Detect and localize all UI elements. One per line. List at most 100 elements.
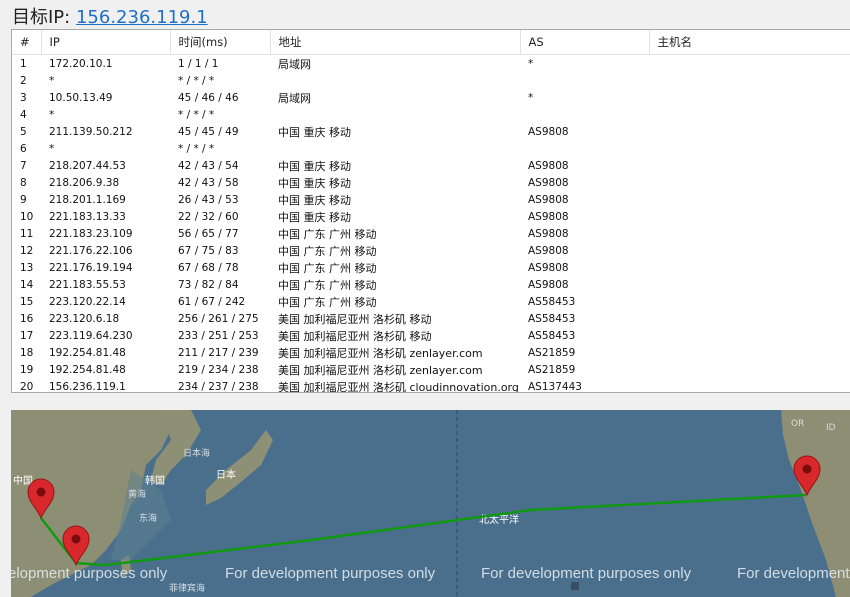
cell-address: [270, 140, 520, 157]
cell-hostname: [649, 344, 850, 361]
cell-time: 45 / 45 / 49: [178, 125, 239, 138]
cell-as: AS58453: [528, 295, 576, 308]
table-row[interactable]: 19 192.254.81.48 219 / 234 / 238 美国 加利福尼亚州 …: [12, 361, 850, 378]
cell-as: AS58453: [528, 329, 576, 342]
table-row[interactable]: 18 192.254.81.48 211 / 217 / 239 美国 加利福尼亚州 …: [12, 344, 850, 361]
cell-hop: 12: [20, 244, 34, 257]
cell-as: AS9808: [528, 193, 569, 206]
table-row[interactable]: 16 223.120.6.18 256 / 261 / 275 美国 加利福尼亚州 洛…: [12, 310, 850, 327]
route-map[interactable]: 中国 韩国 日本 日本海 黄海 东海 菲律宾海 北太平洋 OR ID elopm…: [11, 410, 850, 597]
cell-hop: 20: [20, 380, 34, 393]
table-header-row: # IP 时间(ms) 地址 AS 主机名: [12, 30, 850, 55]
column-header-hostname[interactable]: 主机名: [649, 30, 850, 55]
cell-hostname: [649, 208, 850, 225]
table-row[interactable]: 17 223.119.64.230 233 / 251 / 253 美国 加利福尼亚州…: [12, 327, 850, 344]
cell-hostname: [649, 72, 850, 89]
cell-hostname: [649, 89, 850, 106]
cell-as: AS9808: [528, 210, 569, 223]
cell-hop: 19: [20, 363, 34, 376]
cell-as: AS9808: [528, 125, 569, 138]
cell-as: AS58453: [528, 312, 576, 325]
column-header-address[interactable]: 地址: [270, 30, 521, 55]
table-row[interactable]: 12 221.176.22.106 67 / 75 / 83 中国 广东 广州 移动 A…: [12, 242, 850, 259]
cell-hop: 4: [20, 108, 27, 121]
cell-hop: 2: [20, 74, 27, 87]
cell-time: 42 / 43 / 54: [178, 159, 239, 172]
cell-as: AS9808: [528, 261, 569, 274]
cell-hostname: [649, 293, 850, 310]
cell-hop: 11: [20, 227, 34, 240]
cell-address: 中国 广东 广州 移动: [278, 244, 377, 258]
target-ip-label: 目标IP:: [12, 7, 71, 28]
table-row[interactable]: 2 * * / * / *: [12, 72, 850, 89]
map-label-philippine-sea: 菲律宾海: [169, 582, 205, 594]
cell-time: 67 / 75 / 83: [178, 244, 239, 257]
cell-time: 56 / 65 / 77: [178, 227, 239, 240]
cell-ip: *: [49, 142, 55, 155]
cell-as: [520, 106, 649, 123]
cell-ip: 221.176.22.106: [49, 244, 133, 257]
cell-ip: 156.236.119.1: [49, 380, 126, 393]
cell-address: 中国 广东 广州 移动: [278, 261, 377, 275]
cell-address: 美国 加利福尼亚州 洛杉矶 zenlayer.com: [278, 346, 483, 360]
map-canvas: 中国 韩国 日本 日本海 黄海 东海 菲律宾海 北太平洋 OR ID elopm…: [11, 410, 850, 597]
table-row[interactable]: 13 221.176.19.194 67 / 68 / 78 中国 广东 广州 移动 A…: [12, 259, 850, 276]
cell-hop: 14: [20, 278, 34, 291]
table-row[interactable]: 10 221.183.13.33 22 / 32 / 60 中国 重庆 移动 AS980…: [12, 208, 850, 225]
table-row[interactable]: 20 156.236.119.1 234 / 237 / 238 美国 加利福尼亚州 …: [12, 378, 850, 393]
table-row[interactable]: 1 172.20.10.1 1 / 1 / 1 局域网 *: [12, 55, 850, 73]
table-row[interactable]: 6 * * / * / *: [12, 140, 850, 157]
cell-ip: 223.120.22.14: [49, 295, 126, 308]
table-row[interactable]: 14 221.183.55.53 73 / 82 / 84 中国 广东 广州 移动 AS…: [12, 276, 850, 293]
table-row[interactable]: 3 10.50.13.49 45 / 46 / 46 局域网 *: [12, 89, 850, 106]
column-header-time[interactable]: 时间(ms): [170, 30, 271, 55]
cell-time: 67 / 68 / 78: [178, 261, 239, 274]
table-row[interactable]: 15 223.120.22.14 61 / 67 / 242 中国 广东 广州 移动 A…: [12, 293, 850, 310]
column-header-hop[interactable]: #: [12, 30, 42, 55]
cell-hop: 17: [20, 329, 34, 342]
cell-time: 61 / 67 / 242: [178, 295, 246, 308]
map-label-yellow-sea: 黄海: [128, 488, 146, 500]
cell-time: 233 / 251 / 253: [178, 329, 259, 342]
cell-ip: 192.254.81.48: [49, 363, 126, 376]
table-row[interactable]: 8 218.206.9.38 42 / 43 / 58 中国 重庆 移动 AS9808: [12, 174, 850, 191]
cell-hostname: [649, 327, 850, 344]
column-header-ip[interactable]: IP: [41, 30, 171, 55]
cell-address: 中国 广东 广州 移动: [278, 227, 377, 241]
cell-hop: 13: [20, 261, 34, 274]
cell-ip: 221.183.55.53: [49, 278, 126, 291]
cell-as: AS9808: [528, 278, 569, 291]
cell-as: *: [528, 91, 534, 104]
cell-hostname: [649, 361, 850, 378]
cell-address: 中国 重庆 移动: [278, 159, 351, 173]
cell-time: 73 / 82 / 84: [178, 278, 239, 291]
cell-time: 256 / 261 / 275: [178, 312, 259, 325]
cell-as: AS9808: [528, 159, 569, 172]
cell-hop: 3: [20, 91, 27, 104]
cell-ip: 218.201.1.169: [49, 193, 126, 206]
cell-hostname: [649, 55, 850, 73]
cell-address: [270, 72, 520, 89]
cell-hostname: [649, 106, 850, 123]
table-row[interactable]: 5 211.139.50.212 45 / 45 / 49 中国 重庆 移动 AS980…: [12, 123, 850, 140]
cell-hostname: [649, 242, 850, 259]
table-row[interactable]: 4 * * / * / *: [12, 106, 850, 123]
table-row[interactable]: 9 218.201.1.169 26 / 43 / 53 中国 重庆 移动 AS9808: [12, 191, 850, 208]
cell-hop: 18: [20, 346, 34, 359]
cell-hostname: [649, 140, 850, 157]
cell-address: 美国 加利福尼亚州 洛杉矶 移动: [278, 329, 432, 343]
cell-hostname: [649, 157, 850, 174]
cell-as: AS9808: [528, 176, 569, 189]
japan-landmass: [206, 430, 273, 505]
cell-time: 211 / 217 / 239: [178, 346, 259, 359]
map-control-icon[interactable]: [571, 582, 579, 590]
cell-time: * / * / *: [178, 74, 215, 87]
map-watermark-2: For development purposes only: [225, 565, 436, 582]
cell-as: [520, 140, 649, 157]
table-row[interactable]: 7 218.207.44.53 42 / 43 / 54 中国 重庆 移动 AS9808: [12, 157, 850, 174]
cell-time: 45 / 46 / 46: [178, 91, 239, 104]
column-header-as[interactable]: AS: [520, 30, 650, 55]
table-row[interactable]: 11 221.183.23.109 56 / 65 / 77 中国 广东 广州 移动 A…: [12, 225, 850, 242]
cell-address: 中国 重庆 移动: [278, 176, 351, 190]
target-ip-link[interactable]: 156.236.119.1: [76, 7, 208, 28]
